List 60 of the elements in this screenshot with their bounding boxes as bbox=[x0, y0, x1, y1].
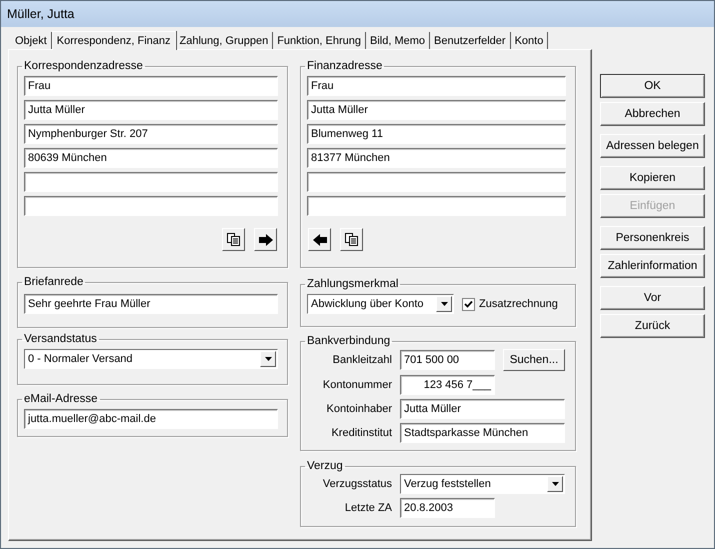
check-icon bbox=[464, 300, 473, 308]
group-title: eMail-Adresse bbox=[23, 393, 98, 405]
copy-button[interactable] bbox=[222, 228, 245, 251]
field-label: Letzte ZA bbox=[344, 502, 392, 514]
dropdown-arrow-icon bbox=[264, 357, 272, 361]
text-field[interactable]: Jutta Müller bbox=[307, 100, 566, 120]
arrow-button[interactable] bbox=[308, 228, 331, 251]
text-field[interactable]: 701 500 00 bbox=[400, 350, 495, 370]
window-title: Müller, Jutta bbox=[7, 7, 74, 21]
text-field[interactable] bbox=[307, 196, 566, 216]
group-title: Finanzadresse bbox=[306, 60, 384, 72]
field-label: Kreditinstitut bbox=[330, 427, 392, 439]
checkbox[interactable]: Zusatzrechnung bbox=[462, 298, 558, 310]
dialog-button[interactable]: Kopieren bbox=[600, 166, 705, 190]
text-field[interactable]: 80639 München bbox=[24, 148, 278, 168]
dropdown[interactable]: Verzug feststellen bbox=[400, 474, 565, 494]
tab[interactable]: Korrespondenz, Finanz bbox=[52, 31, 176, 50]
text-field[interactable]: Jutta Müller bbox=[400, 399, 565, 419]
left-arrow-icon bbox=[312, 234, 326, 246]
dialog-button[interactable]: Personenkreis bbox=[600, 226, 705, 250]
text-field[interactable]: Sehr geehrte Frau Müller bbox=[24, 294, 278, 314]
group-title: Korrespondenzadresse bbox=[23, 60, 144, 72]
right-arrow-icon bbox=[258, 234, 272, 246]
text-field[interactable]: Stadtsparkasse München bbox=[400, 423, 565, 443]
copy-button[interactable] bbox=[340, 228, 363, 251]
group-title: Briefanrede bbox=[23, 276, 84, 288]
arrow-button[interactable] bbox=[254, 228, 277, 251]
dialog-button[interactable]: Zurück bbox=[600, 314, 705, 338]
dropdown[interactable]: Abwicklung über Konto bbox=[307, 294, 454, 314]
dropdown-arrow-icon bbox=[552, 482, 558, 486]
search-button[interactable]: Suchen... bbox=[503, 349, 565, 371]
dropdown[interactable]: 0 - Normaler Versand bbox=[24, 349, 278, 369]
field-label: Verzugsstatus bbox=[322, 478, 392, 490]
text-field[interactable] bbox=[307, 172, 566, 192]
group-title: Zahlungsmerkmal bbox=[306, 278, 400, 290]
copy-icon bbox=[345, 233, 358, 246]
dialog-button[interactable]: Zahlerinformation bbox=[600, 254, 705, 278]
text-field[interactable]: Frau bbox=[307, 76, 566, 96]
dropdown-arrow-icon bbox=[440, 302, 448, 306]
field-label: Kontonummer bbox=[322, 379, 392, 391]
dialog-button[interactable]: Abbrechen bbox=[600, 102, 705, 126]
text-field[interactable]: 123 456 7___ bbox=[400, 375, 495, 395]
group-title: Bankverbindung bbox=[306, 335, 392, 347]
text-field[interactable]: Blumenweg 11 bbox=[307, 124, 566, 144]
dialog-button[interactable]: OK bbox=[600, 74, 705, 98]
text-field[interactable]: 81377 München bbox=[307, 148, 566, 168]
copy-icon bbox=[227, 233, 240, 246]
field-label: Kontoinhaber bbox=[326, 403, 392, 415]
dialog-button[interactable]: Vor bbox=[600, 286, 705, 310]
field-label: Bankleitzahl bbox=[332, 354, 392, 366]
text-field[interactable]: Nymphenburger Str. 207 bbox=[24, 124, 278, 144]
dialog-button[interactable]: Adressen belegen bbox=[600, 134, 705, 158]
text-field[interactable]: Jutta Müller bbox=[24, 100, 278, 120]
text-field[interactable]: 20.8.2003 bbox=[400, 498, 495, 518]
text-field[interactable]: jutta.mueller@abc-mail.de bbox=[24, 409, 278, 429]
text-field[interactable] bbox=[24, 196, 278, 216]
text-field[interactable]: Frau bbox=[24, 76, 278, 96]
group-title: Versandstatus bbox=[23, 333, 98, 345]
text-field[interactable] bbox=[24, 172, 278, 192]
group-title: Verzug bbox=[306, 460, 344, 472]
